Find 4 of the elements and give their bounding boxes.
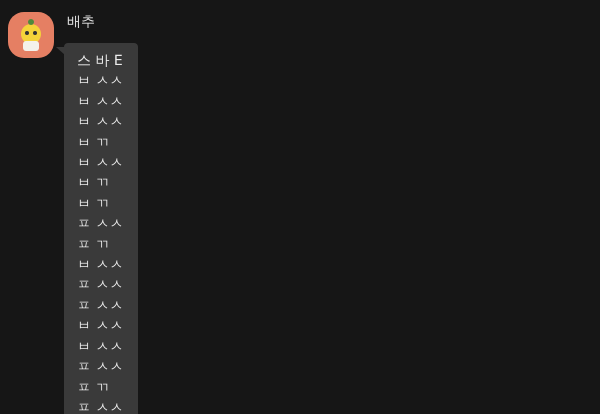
message-bubble: 스 바 E ㅂ ㅅㅅ ㅂ ㅅㅅ ㅂ ㅅㅅ ㅂ ㄲ ㅂ ㅅㅅ ㅂ ㄲ ㅂ ㄲ ㅍ ㅅㅅ ㅍ ㄲ ㅂ ㅅㅅ ㅍ ㅅㅅ ㅍ ㅅㅅ ㅂ ㅅㅅ ㅂ ㅅㅅ ㅍ ㅅㅅ ㅍ ㄲ ㅍ ㅅㅅ	[64, 43, 138, 414]
sender-name: 배추	[67, 13, 96, 31]
bubble-tail	[56, 47, 65, 55]
avatar-icon[interactable]	[8, 12, 54, 58]
